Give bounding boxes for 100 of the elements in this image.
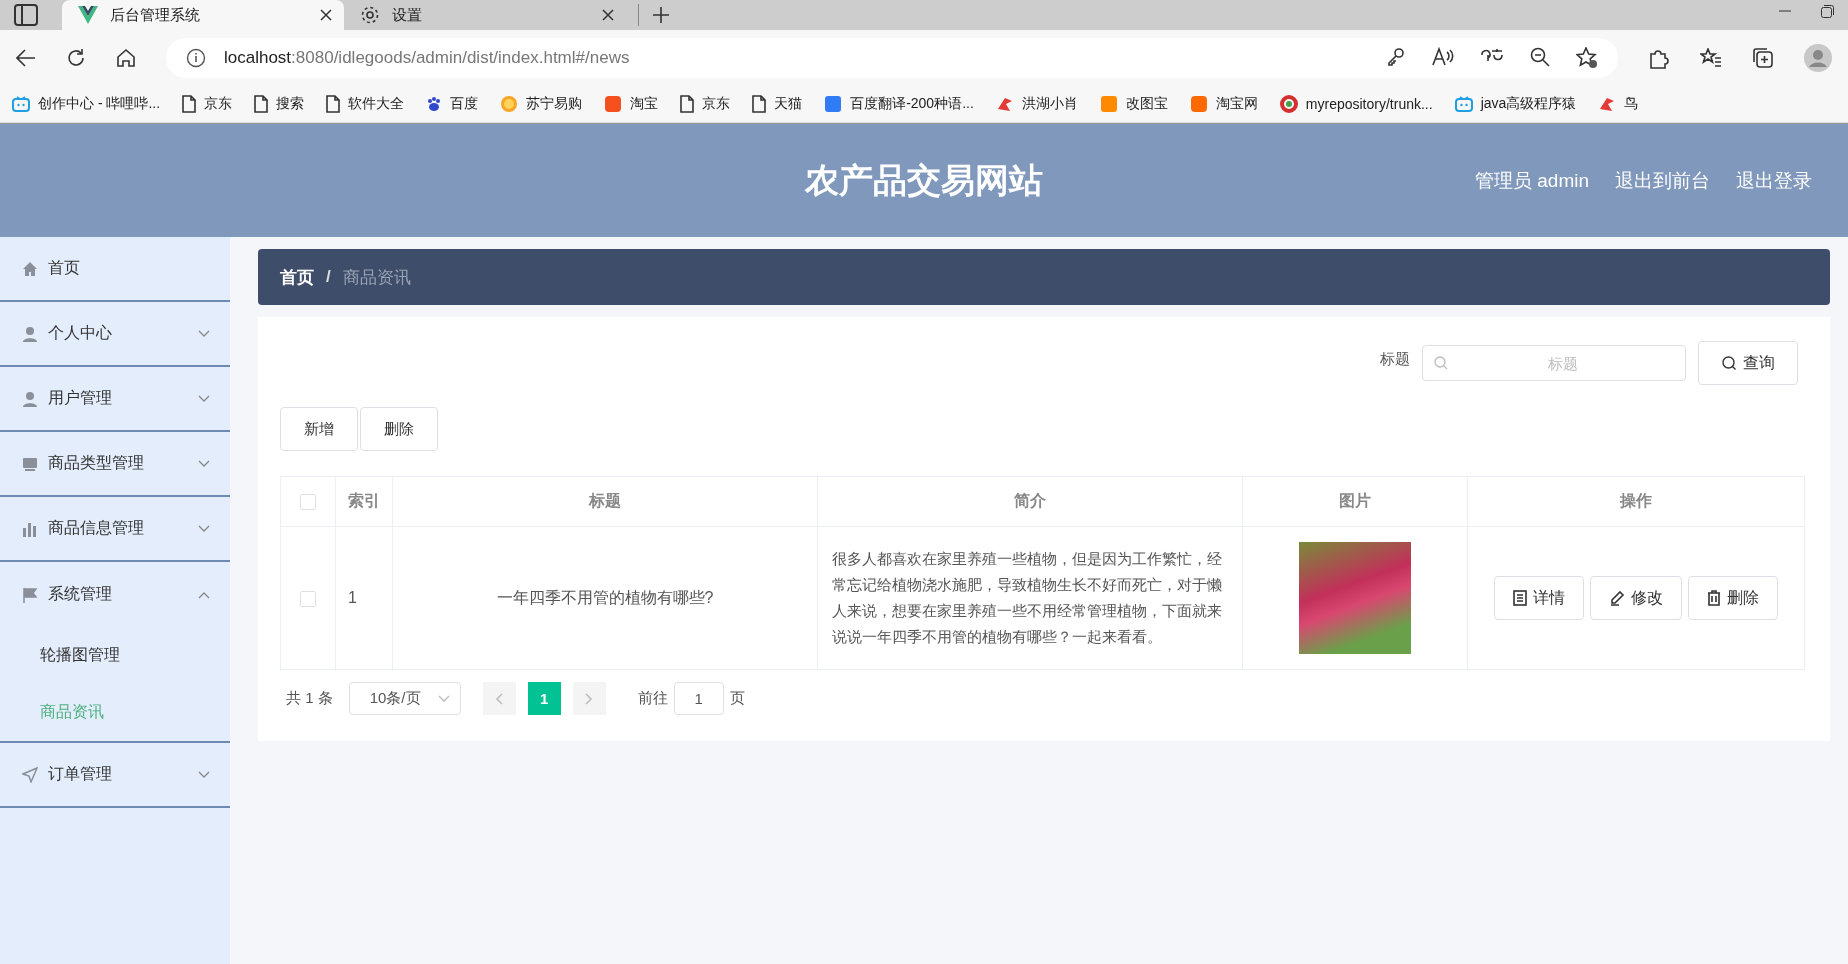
- bookmark-link[interactable]: myrepository/trunk...: [1305, 96, 1433, 112]
- column-header: 操作: [1467, 476, 1805, 527]
- bookmark-link[interactable]: 创作中心 - 哔哩哔...: [38, 95, 161, 113]
- page-icon: [254, 95, 269, 113]
- sidebar-item[interactable]: 商品信息管理: [0, 497, 230, 562]
- send-icon: [22, 766, 38, 783]
- index-text: 1: [348, 589, 357, 606]
- sun-icon: [500, 95, 519, 113]
- chevron-down-icon: [437, 694, 450, 703]
- page-icon: [326, 95, 341, 113]
- breadcrumb-link[interactable]: 首页: [280, 265, 314, 289]
- row-action-button[interactable]: 详情: [1494, 576, 1584, 620]
- bookmark-link[interactable]: 百度翻译-200种语...: [850, 95, 974, 113]
- total-count: 共 1 条: [286, 689, 333, 708]
- breadcrumb-separator: /: [326, 267, 331, 287]
- browser-tab[interactable]: 设置: [344, 0, 626, 30]
- address-bar[interactable]: localhost:8080/idlegoods/admin/dist/index.html#/news: [166, 38, 1618, 78]
- bookmark-link[interactable]: 软件大全: [348, 95, 405, 113]
- pencil-icon: [1609, 590, 1625, 606]
- submenu-item[interactable]: 轮播图管理: [0, 627, 230, 684]
- close-icon[interactable]: [320, 9, 332, 21]
- search-field[interactable]: 标题: [1422, 345, 1686, 381]
- restore-icon[interactable]: [1821, 4, 1834, 18]
- column-header: 标题: [392, 476, 818, 527]
- new-tab-icon[interactable]: [653, 7, 669, 23]
- page-number-field[interactable]: 1: [673, 682, 724, 715]
- close-icon[interactable]: [602, 9, 614, 21]
- document-icon: [1513, 590, 1527, 606]
- bookmark-link[interactable]: 京东: [702, 95, 731, 113]
- title-text: 一年四季不用管的植物有哪些?: [496, 588, 714, 606]
- sidebar-item[interactable]: 商品类型管理: [0, 432, 230, 497]
- action-button[interactable]: 删除: [360, 407, 438, 451]
- tv-icon: [1454, 96, 1473, 112]
- collections-icon[interactable]: [1752, 47, 1774, 69]
- key-icon[interactable]: [1386, 47, 1406, 67]
- sidebar-item[interactable]: 首页: [0, 237, 230, 302]
- sidebar-item[interactable]: 个人中心: [0, 302, 230, 367]
- bookmark-link[interactable]: java高级程序猿: [1480, 95, 1577, 113]
- bookmark-link[interactable]: 京东: [204, 95, 233, 113]
- zoom-out-icon[interactable]: [1530, 47, 1550, 67]
- chevron-right-icon: [585, 692, 594, 705]
- reload-icon[interactable]: [66, 48, 86, 68]
- bar-chart-icon: [22, 520, 38, 537]
- bookmark-link[interactable]: 苏宁易购: [526, 95, 583, 113]
- home-icon[interactable]: [116, 48, 136, 68]
- page-unit-label: 页: [729, 689, 745, 708]
- info-icon: [186, 48, 206, 68]
- read-aloud-icon[interactable]: [1432, 47, 1454, 67]
- bookmark-link[interactable]: 改图宝: [1125, 95, 1168, 113]
- bookmark-link[interactable]: 淘宝网: [1215, 95, 1258, 113]
- bird-icon: [995, 95, 1014, 113]
- page-icon: [752, 95, 767, 113]
- square-icon: [1099, 95, 1118, 113]
- browser-tab[interactable]: 后台管理系统: [62, 0, 344, 30]
- search-button[interactable]: 查询: [1698, 341, 1798, 385]
- flag-icon: [22, 586, 38, 603]
- action-button[interactable]: 新增: [280, 407, 358, 451]
- bookmark-link[interactable]: 淘宝: [630, 95, 659, 113]
- summary-text: 很多人都喜欢在家里养殖一些植物，但是因为工作繁忙，经常忘记给植物浇水施肥，导致植物生长不好而死亡，对于懒人来说，想要在家里养殖一些不用经常管理植物，下面就来说说一年四季不用管的植物有哪些？一起来看看。: [832, 550, 1222, 645]
- star-plus-icon[interactable]: [1576, 47, 1598, 69]
- bookmark-link[interactable]: 百度: [450, 95, 479, 113]
- square-icon: [604, 95, 623, 113]
- page-size-select[interactable]: 10条/页: [348, 682, 461, 715]
- bookmark-link[interactable]: 鸟: [1624, 95, 1639, 113]
- search-icon: [1721, 355, 1737, 371]
- goto-label: 前往: [637, 689, 668, 708]
- bookmark-link[interactable]: 洪湖小肖: [1021, 95, 1078, 113]
- gear-icon: [360, 5, 380, 25]
- row-checkbox[interactable]: [300, 590, 316, 607]
- bookmark-link[interactable]: 搜索: [276, 95, 305, 113]
- page-icon: [680, 95, 695, 113]
- row-action-button[interactable]: 修改: [1590, 576, 1682, 620]
- user-icon: [22, 390, 38, 407]
- tv-icon: [12, 96, 30, 112]
- column-header: 图片: [1242, 476, 1468, 527]
- favorites-icon[interactable]: [1700, 48, 1722, 68]
- chevron-left-icon: [495, 692, 504, 705]
- url-path: :8080/idlegoods/admin/dist/index.html#/news: [291, 48, 630, 67]
- search-label: 标题: [1380, 349, 1410, 369]
- square-icon: [1189, 95, 1208, 113]
- tray-icon: [22, 455, 38, 472]
- sidebar-item[interactable]: 用户管理: [0, 367, 230, 432]
- sidebar-toggle-icon[interactable]: [14, 4, 38, 26]
- square-icon: [824, 95, 843, 113]
- bookmark-link[interactable]: 天猫: [774, 95, 803, 113]
- paw-icon: [426, 96, 443, 112]
- user-icon: [22, 325, 38, 342]
- row-action-button[interactable]: 删除: [1688, 576, 1778, 620]
- url-host: localhost: [224, 48, 292, 67]
- profile-avatar-icon[interactable]: [1804, 44, 1832, 72]
- trash-icon: [1707, 590, 1721, 606]
- page-icon: [182, 95, 197, 113]
- sidebar-item[interactable]: 系统管理: [0, 562, 230, 627]
- sidebar-item[interactable]: 订单管理: [0, 743, 230, 808]
- column-header: 简介: [817, 476, 1243, 527]
- back-icon[interactable]: [16, 49, 36, 67]
- search-icon: [1434, 356, 1448, 370]
- site-title: 农产品交易网站: [805, 159, 1043, 201]
- puzzle-icon[interactable]: [1648, 47, 1670, 69]
- select-all-checkbox[interactable]: [300, 494, 316, 511]
